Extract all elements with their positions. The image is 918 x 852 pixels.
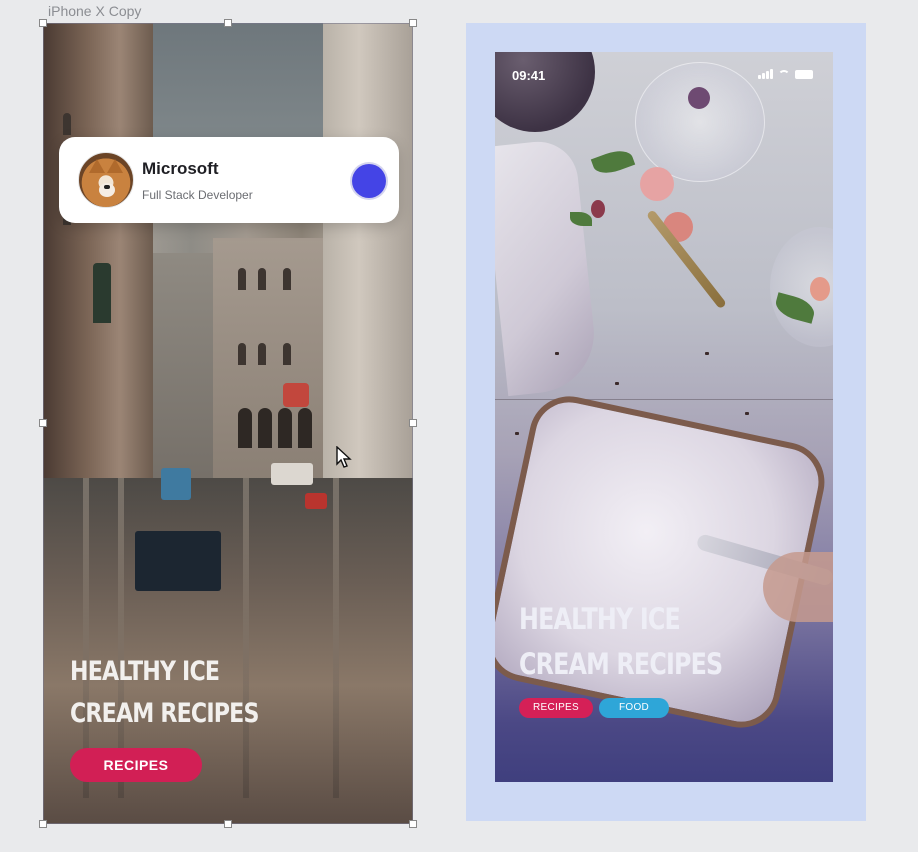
signal-bar	[762, 73, 765, 79]
background-window	[258, 343, 266, 365]
status-icons	[758, 69, 813, 79]
background-window	[283, 268, 291, 290]
resize-handle-left[interactable]	[39, 419, 47, 427]
status-dot[interactable]	[352, 164, 386, 198]
resize-handle-top-right[interactable]	[409, 19, 417, 27]
background-boat	[305, 493, 327, 509]
background-window	[258, 268, 266, 290]
background-arch	[238, 408, 252, 448]
artboard-label[interactable]: iPhone X Copy	[48, 3, 141, 19]
signal-bar	[758, 75, 761, 79]
background-arch	[298, 408, 312, 448]
background-cloth	[495, 137, 600, 397]
avatar	[78, 152, 134, 208]
resize-handle-top[interactable]	[224, 19, 232, 27]
background-window	[63, 113, 71, 135]
background-boat	[135, 531, 221, 591]
background-glass-bowl	[635, 62, 765, 182]
background-petal	[688, 87, 710, 109]
background-speck	[705, 352, 709, 355]
background-arch	[258, 408, 272, 448]
tag-food[interactable]: FOOD	[599, 698, 669, 718]
avatar-ear	[89, 159, 105, 173]
signal-icon	[758, 69, 773, 79]
background-window	[238, 268, 246, 290]
signal-bar	[770, 69, 773, 79]
headline: HEALTHY ICE CREAM RECIPES	[70, 656, 259, 729]
background-window	[283, 343, 291, 365]
job-title: Full Stack Developer	[142, 188, 253, 202]
resize-handle-bottom-right[interactable]	[409, 820, 417, 828]
background-petal	[810, 277, 830, 301]
design-canvas: iPhone X Copy Microsoft Full Stack Devel…	[0, 0, 918, 852]
background-flowers	[283, 383, 309, 407]
resize-handle-right[interactable]	[409, 419, 417, 427]
tag-recipes[interactable]: RECIPES	[519, 698, 593, 718]
background-petal	[640, 167, 674, 201]
background-boat	[271, 463, 313, 485]
artboard-iphone-x-copy[interactable]: Microsoft Full Stack Developer HEALTHY I…	[43, 23, 413, 824]
avatar-ear	[107, 159, 123, 173]
background-leaf	[590, 145, 636, 179]
background-shutter	[93, 263, 111, 323]
background-speck	[745, 412, 749, 415]
status-time: 09:41	[512, 68, 546, 83]
background-speck	[555, 352, 559, 355]
background-table-seam	[495, 399, 833, 400]
background-bowl	[495, 52, 595, 132]
signal-bar	[766, 71, 769, 79]
background-boat	[161, 468, 191, 500]
background-hand	[763, 552, 833, 622]
battery-icon	[795, 70, 813, 79]
background-reflection	[243, 478, 249, 798]
phone-preview[interactable]: 09:41 HEALTHY ICE CREAM RECIPES RECIPES …	[495, 52, 833, 782]
background-berry	[591, 200, 605, 218]
mouse-cursor-icon	[336, 446, 352, 468]
wifi-icon	[778, 70, 790, 79]
company-name: Microsoft	[142, 159, 219, 178]
resize-handle-top-left[interactable]	[39, 19, 47, 27]
background-speck	[515, 432, 519, 435]
avatar-nose	[104, 185, 110, 189]
resize-handle-bottom-left[interactable]	[39, 820, 47, 828]
background-speck	[615, 382, 619, 385]
background-window	[238, 343, 246, 365]
recipes-button[interactable]: RECIPES	[70, 748, 202, 782]
headline: HEALTHY ICE CREAM RECIPES	[519, 602, 723, 681]
background-arch	[278, 408, 292, 448]
profile-card[interactable]: Microsoft Full Stack Developer	[59, 137, 399, 223]
resize-handle-bottom[interactable]	[224, 820, 232, 828]
background-building	[213, 238, 333, 483]
background-reflection	[333, 478, 339, 798]
